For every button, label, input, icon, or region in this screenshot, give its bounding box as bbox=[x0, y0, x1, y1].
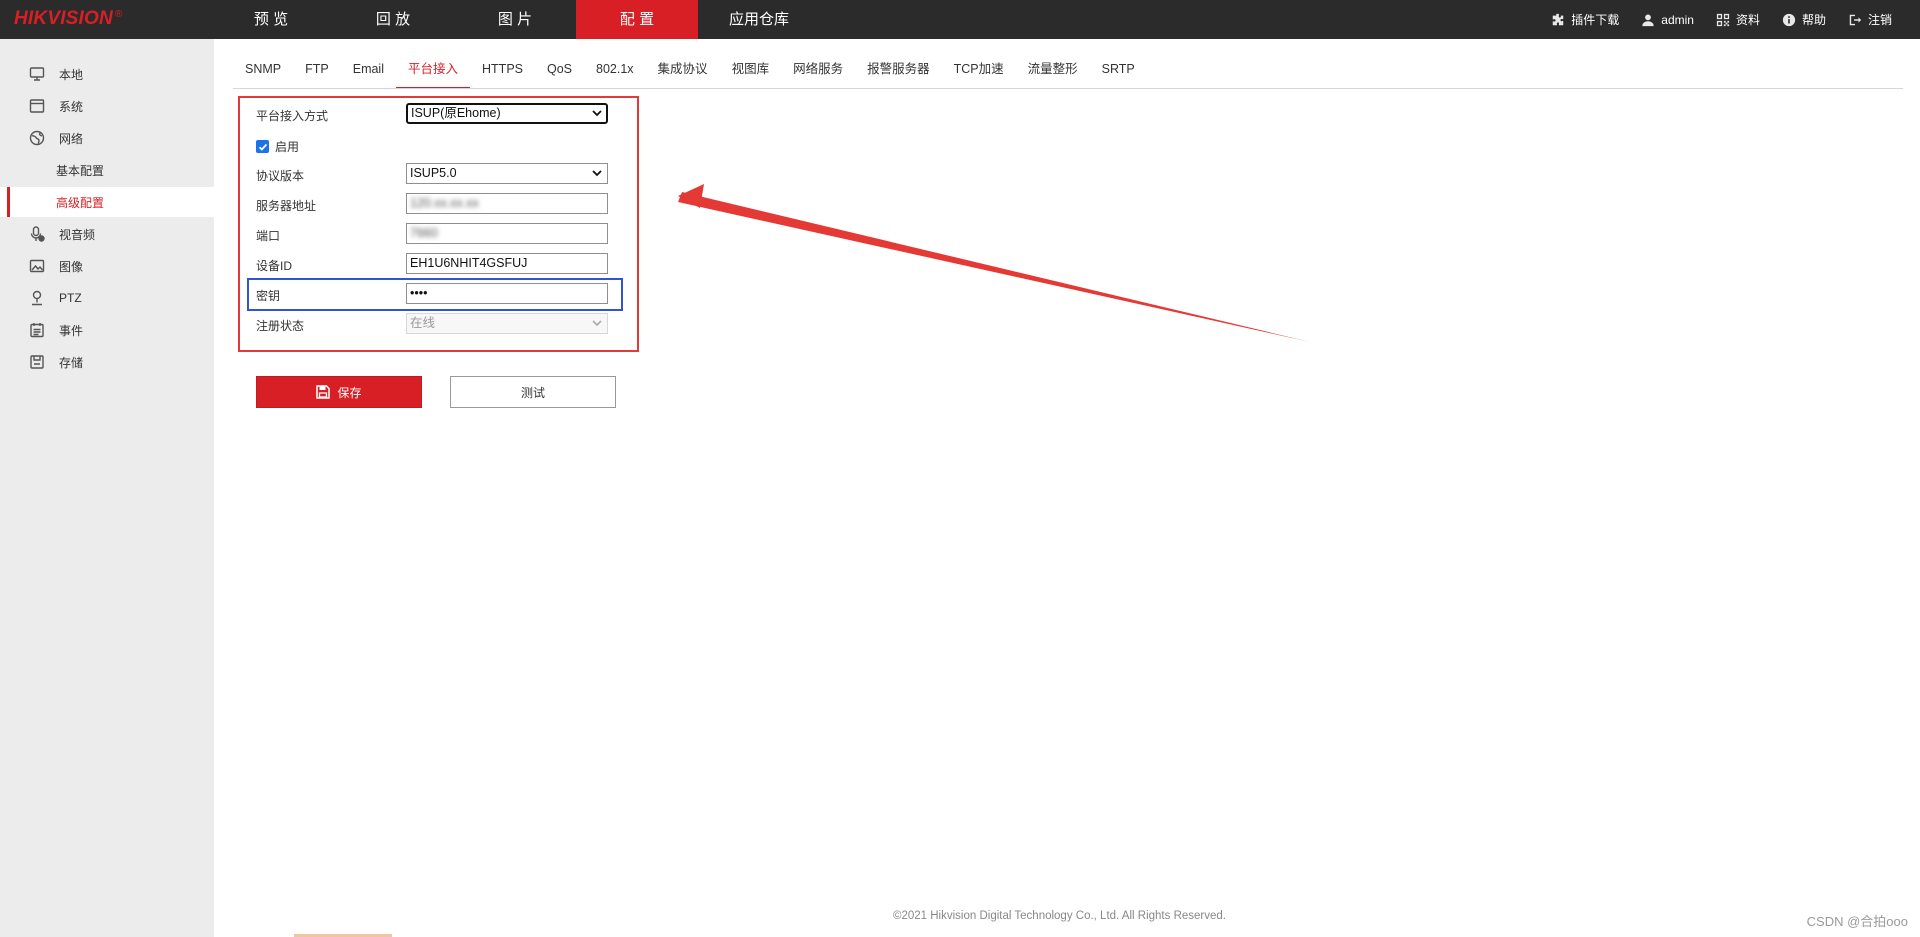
logout-button[interactable]: 注销 bbox=[1848, 11, 1892, 28]
tab-tcp-accel[interactable]: TCP加速 bbox=[942, 50, 1016, 89]
sidebar-item-event[interactable]: 事件 bbox=[0, 315, 214, 345]
docs-label: 资料 bbox=[1735, 13, 1760, 27]
sidebar-item-label: 基本配置 bbox=[56, 163, 105, 178]
brand-reg-mark: ® bbox=[114, 9, 123, 20]
tab-traffic-shaping[interactable]: 流量整形 bbox=[1016, 50, 1090, 89]
docs-button[interactable]: 资料 bbox=[1716, 11, 1760, 28]
save-button-label: 保存 bbox=[337, 385, 362, 400]
sidebar-item-image[interactable]: 图像 bbox=[0, 251, 214, 281]
nav-playback[interactable]: 回 放 bbox=[332, 0, 454, 39]
help-label: 帮助 bbox=[1801, 13, 1826, 27]
nav-preview[interactable]: 预 览 bbox=[210, 0, 332, 39]
save-button[interactable]: 保存 bbox=[256, 376, 422, 408]
main-nav: 预 览 回 放 图 片 配 置 应用仓库 bbox=[210, 0, 820, 39]
tab-network-service[interactable]: 网络服务 bbox=[781, 50, 855, 89]
tabs-divider bbox=[233, 88, 1903, 89]
sidebar-item-label: PTZ bbox=[59, 291, 82, 305]
sidebar-item-label: 视音频 bbox=[59, 227, 96, 242]
nav-app-store[interactable]: 应用仓库 bbox=[698, 0, 820, 39]
sidebar-item-advanced-config[interactable]: 高级配置 bbox=[0, 187, 214, 217]
annotation-blue-box bbox=[247, 278, 623, 311]
logout-label: 注销 bbox=[1867, 13, 1892, 27]
sidebar-item-label: 网络 bbox=[59, 131, 84, 146]
sidebar-item-label: 存储 bbox=[59, 355, 84, 370]
sub-tabs: SNMP FTP Email 平台接入 HTTPS QoS 802.1x 集成协… bbox=[233, 50, 1147, 89]
tab-srtp[interactable]: SRTP bbox=[1090, 50, 1147, 89]
footer-copyright: ©2021 Hikvision Digital Technology Co., … bbox=[893, 910, 1226, 922]
save-icon bbox=[316, 385, 331, 399]
annotation-arrow bbox=[678, 184, 1310, 342]
sidebar-item-audio-video[interactable]: 视音频 bbox=[0, 219, 214, 249]
test-button-label: 测试 bbox=[520, 385, 545, 400]
plugin-download-button[interactable]: 插件下载 bbox=[1551, 11, 1619, 28]
sidebar-item-label: 事件 bbox=[59, 323, 84, 338]
tab-integration-protocol[interactable]: 集成协议 bbox=[646, 50, 720, 89]
tab-email[interactable]: Email bbox=[341, 50, 396, 89]
annotation-red-box bbox=[238, 96, 639, 352]
tab-alarm-server[interactable]: 报警服务器 bbox=[855, 50, 942, 89]
tab-https[interactable]: HTTPS bbox=[470, 50, 535, 89]
toolbar-right: 插件下载 admin 资料 帮助 注销 bbox=[1551, 0, 1892, 39]
mic-icon bbox=[29, 226, 45, 242]
user-menu[interactable]: admin bbox=[1641, 13, 1694, 27]
system-icon bbox=[29, 98, 45, 114]
tab-8021x[interactable]: 802.1x bbox=[584, 50, 646, 89]
hikvision-logo: HIKVISION ® bbox=[14, 8, 122, 30]
sidebar-item-ptz[interactable]: PTZ bbox=[0, 283, 214, 313]
nav-picture[interactable]: 图 片 bbox=[454, 0, 576, 39]
sidebar-item-label: 高级配置 bbox=[56, 195, 105, 210]
nav-config[interactable]: 配 置 bbox=[576, 0, 698, 39]
sidebar-item-local[interactable]: 本地 bbox=[0, 59, 214, 89]
help-icon bbox=[1782, 13, 1796, 26]
tab-snmp[interactable]: SNMP bbox=[233, 50, 293, 89]
sidebar-item-storage[interactable]: 存储 bbox=[0, 347, 214, 377]
qrcode-icon bbox=[1716, 13, 1730, 26]
image-icon bbox=[29, 258, 45, 274]
user-icon bbox=[1642, 13, 1654, 26]
puzzle-icon bbox=[1553, 13, 1564, 25]
tab-qos[interactable]: QoS bbox=[535, 50, 584, 89]
user-label: admin bbox=[1661, 12, 1694, 27]
ptz-icon bbox=[29, 290, 45, 306]
tab-view-library[interactable]: 视图库 bbox=[720, 50, 782, 89]
monitor-icon bbox=[29, 66, 45, 82]
sidebar-item-network[interactable]: 网络 bbox=[0, 123, 214, 153]
help-button[interactable]: 帮助 bbox=[1782, 11, 1826, 28]
sidebar-item-system[interactable]: 系统 bbox=[0, 91, 214, 121]
sidebar-item-basic-config[interactable]: 基本配置 bbox=[0, 155, 214, 185]
logout-icon bbox=[1849, 14, 1862, 25]
sidebar: 本地 系统 网络 基本配置 高级配置 视音频 图像 PTZ 事件 存储 bbox=[0, 39, 214, 937]
watermark: CSDN @合拍ooo bbox=[1806, 914, 1908, 929]
test-button[interactable]: 测试 bbox=[450, 376, 616, 408]
sidebar-item-label: 本地 bbox=[59, 67, 84, 82]
storage-icon bbox=[29, 354, 45, 370]
tab-ftp[interactable]: FTP bbox=[293, 50, 341, 89]
brand-name: HIKVISION bbox=[14, 8, 113, 29]
plugin-download-label: 插件下载 bbox=[1571, 13, 1620, 27]
event-icon bbox=[29, 322, 45, 338]
sidebar-item-label: 图像 bbox=[59, 259, 84, 274]
network-icon bbox=[29, 130, 45, 146]
top-bar: HIKVISION ® 预 览 回 放 图 片 配 置 应用仓库 插件下载 ad… bbox=[0, 0, 1920, 39]
tab-platform-access[interactable]: 平台接入 bbox=[396, 50, 471, 89]
sidebar-item-label: 系统 bbox=[59, 99, 84, 114]
